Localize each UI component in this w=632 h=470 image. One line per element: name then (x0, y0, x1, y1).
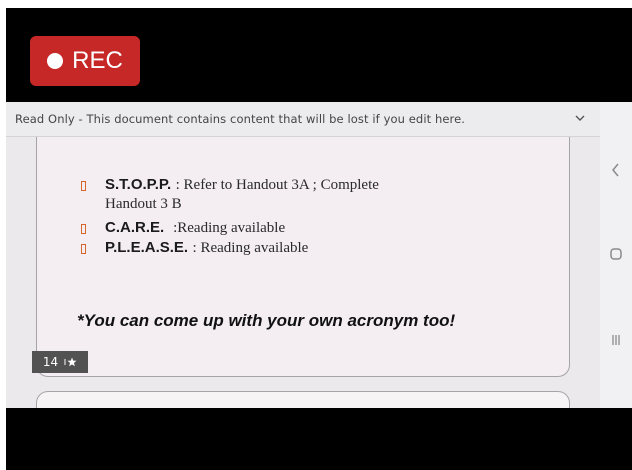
bullet-icon (81, 181, 86, 191)
bullet-description: : Reading available (192, 240, 309, 256)
page-number: 14 (42, 355, 59, 369)
read-only-message: Read Only - This document contains conte… (15, 112, 466, 126)
bullet-description: : Refer to Handout 3A ; Complete (175, 177, 379, 193)
bullet-item: S.T.O.P.P. : Refer to Handout 3A ; Compl… (81, 176, 551, 213)
next-slide-card[interactable] (36, 391, 570, 408)
back-icon[interactable] (606, 160, 626, 180)
system-nav-bar (600, 102, 632, 408)
acronym: S.T.O.P.P. (105, 176, 172, 193)
page-number-badge[interactable]: 14 (32, 351, 88, 373)
chevron-down-icon[interactable] (572, 110, 588, 126)
acronym: C.A.R.E. (105, 219, 165, 236)
screen: REC Read Only - This document contains c… (6, 8, 632, 470)
slide-card[interactable]: S.T.O.P.P. : Refer to Handout 3A ; Compl… (36, 137, 570, 377)
bullet-continuation: Handout 3 B (105, 196, 182, 212)
star-icon (64, 357, 77, 367)
bullet-icon (81, 224, 86, 234)
read-only-banner[interactable]: Read Only - This document contains conte… (6, 102, 600, 137)
acronym: P.L.E.A.S.E. (105, 239, 189, 256)
rec-label: REC (72, 47, 123, 74)
document-area: S.T.O.P.P. : Refer to Handout 3A ; Compl… (6, 137, 600, 408)
bullet-description: :Reading available (173, 220, 286, 236)
bullet-list: S.T.O.P.P. : Refer to Handout 3A ; Compl… (81, 176, 551, 259)
home-icon[interactable] (606, 244, 626, 264)
slide-note: *You can come up with your own acronym t… (77, 311, 456, 330)
bullet-item: C.A.R.E. :Reading available (81, 219, 551, 237)
bullet-icon (81, 244, 86, 254)
recents-icon[interactable] (606, 330, 626, 350)
bullet-item: P.L.E.A.S.E. : Reading available (81, 239, 551, 257)
record-dot-icon (47, 53, 64, 69)
rec-indicator[interactable]: REC (30, 36, 140, 86)
